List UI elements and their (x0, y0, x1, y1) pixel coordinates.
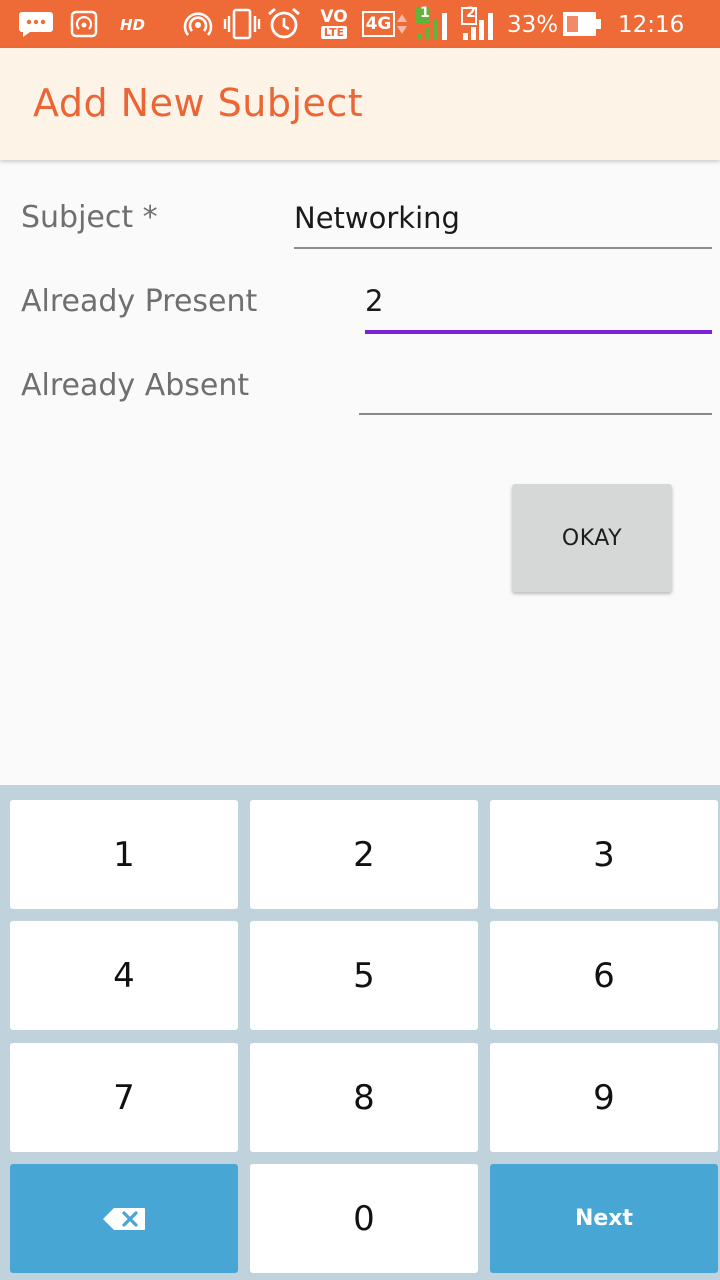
already-absent-label: Already Absent (21, 368, 250, 403)
subject-label: Subject * (21, 200, 158, 235)
already-present-value: 2 (365, 284, 384, 318)
alarm-icon (266, 0, 302, 48)
subject-value: Networking (294, 201, 460, 235)
key-4[interactable]: 4 (10, 921, 238, 1030)
network-4g-icon: 4G (361, 0, 409, 48)
clock: 12:16 AM (618, 12, 685, 88)
volte-icon: VO LTE (316, 0, 352, 48)
key-7[interactable]: 7 (10, 1043, 238, 1152)
key-5[interactable]: 5 (250, 921, 478, 1030)
hotspot-notification-icon (70, 0, 98, 48)
vibrate-icon (222, 0, 262, 48)
next-key[interactable]: Next (490, 1164, 718, 1273)
already-present-label: Already Present (21, 284, 258, 319)
key-6[interactable]: 6 (490, 921, 718, 1030)
numeric-keypad: 1 2 3 4 5 6 7 8 9 0 Next (0, 785, 720, 1280)
sim1-label: 1 (420, 5, 430, 21)
key-2[interactable]: 2 (250, 800, 478, 909)
signal-sim1-icon: 1 (414, 0, 454, 48)
network-type-label: 4G (361, 11, 396, 37)
key-0[interactable]: 0 (250, 1164, 478, 1273)
volte-label: VO (320, 7, 348, 27)
okay-button-label: OKAY (561, 525, 623, 551)
signal-sim2-icon: 2 (460, 0, 500, 48)
key-1[interactable]: 1 (10, 800, 238, 909)
already-present-field[interactable]: 2 (365, 278, 712, 334)
lte-label: LTE (320, 26, 348, 39)
backspace-icon (103, 1207, 145, 1230)
battery-icon (562, 0, 602, 48)
key-3[interactable]: 3 (490, 800, 718, 909)
already-absent-field[interactable] (359, 361, 712, 415)
sim2-label: 2 (466, 5, 476, 21)
status-bar: HD VO LTE 4G 1 2 33% 12:16 AM (0, 0, 720, 88)
hd-label: HD (120, 16, 146, 34)
key-8[interactable]: 8 (250, 1043, 478, 1152)
okay-button[interactable]: OKAY (512, 484, 672, 592)
message-notification-icon (18, 0, 54, 48)
backspace-key[interactable] (10, 1164, 238, 1273)
app-bar: Add New Subject (0, 48, 720, 160)
page-title: Add New Subject (33, 81, 364, 125)
key-9[interactable]: 9 (490, 1043, 718, 1152)
subject-field[interactable]: Networking (294, 195, 712, 249)
battery-percent: 33% (507, 12, 559, 38)
hotspot-icon (182, 0, 214, 48)
